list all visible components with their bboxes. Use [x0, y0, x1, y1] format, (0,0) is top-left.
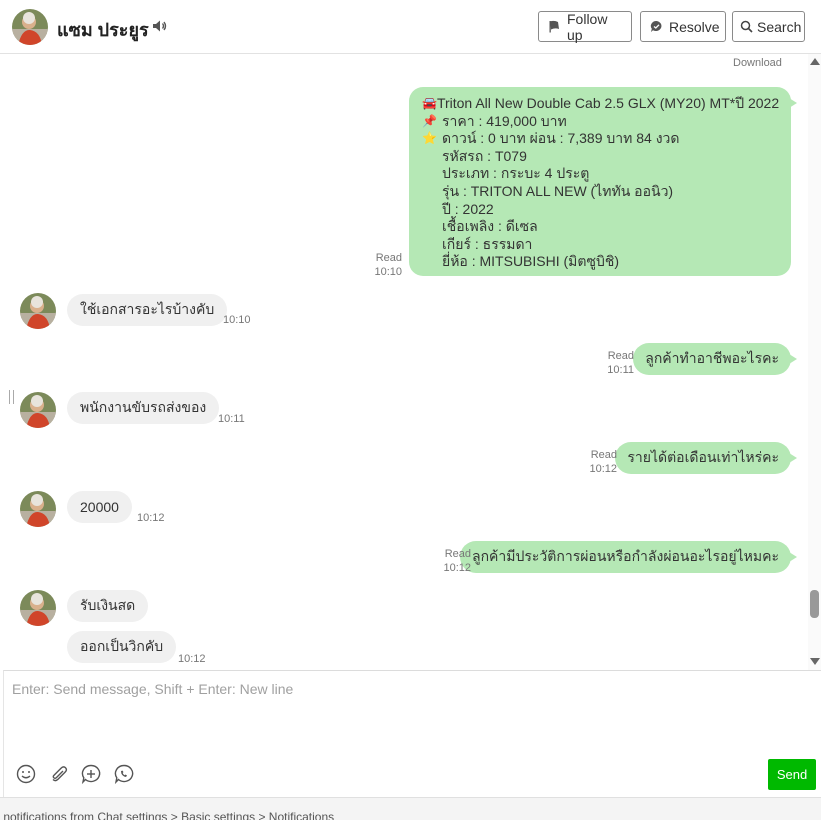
scroll-down-arrow-icon[interactable] — [810, 658, 820, 665]
message-time: 10:12 — [589, 463, 617, 475]
contact-avatar[interactable] — [12, 9, 48, 45]
resolve-button[interactable]: Resolve — [640, 11, 726, 42]
product-line: เกียร์ : ธรรมดา — [442, 235, 533, 252]
outgoing-message: ลูกค้าทำอาชีพอะไรคะ — [633, 343, 797, 375]
follow-up-icon — [549, 20, 559, 33]
resolve-icon — [650, 20, 662, 32]
scroll-up-arrow-icon[interactable] — [810, 58, 820, 65]
scroll-thumb[interactable] — [810, 590, 819, 618]
pin-icon: 📌 — [422, 113, 437, 128]
product-line: ปี : 2022 — [442, 200, 494, 217]
message-time: 10:12 — [178, 653, 206, 665]
contact-avatar[interactable] — [20, 491, 56, 527]
message-input[interactable] — [12, 681, 802, 751]
chat-header: แซม ประยูร Follow up Resolve Search — [0, 0, 821, 54]
message-meta: Read 10:10 — [368, 251, 402, 279]
product-price: ราคา : 419,000 บาท — [442, 112, 567, 129]
message-composer: Send — [3, 670, 821, 797]
product-line: ⭐ ดาวน์ : 0 บาท ผ่อน : 7,389 บาท 84 งวด — [422, 130, 779, 148]
product-line: 🚘 Triton All New Double Cab 2.5 GLX (MY20… — [422, 95, 779, 113]
message-time: 10:11 — [218, 413, 245, 425]
read-status: Read — [375, 252, 402, 264]
message-time: 10:10 — [374, 266, 402, 278]
incoming-message: ออกเป็นวิกคับ — [67, 631, 177, 663]
read-status: Read — [590, 449, 617, 461]
product-message-bubble: 🚘 Triton All New Double Cab 2.5 GLX (MY20… — [409, 87, 797, 276]
follow-up-button[interactable]: Follow up — [538, 10, 632, 43]
product-line: 📌 ราคา : 419,000 บาท — [422, 113, 779, 131]
emoji-icon[interactable] — [15, 763, 37, 785]
search-button[interactable]: Search — [732, 11, 805, 42]
incoming-message: พนักงานขับรถส่งของ — [67, 392, 220, 424]
incoming-message: รับเงินสด — [67, 590, 149, 622]
message-list[interactable]: Download 🚘 Triton All New Double Cab 2.5 … — [0, 54, 808, 670]
outgoing-message: รายได้ต่อเดือนเท่าไหร่คะ — [615, 442, 797, 474]
message-meta: Read 10:11 — [600, 349, 634, 377]
read-status: Read — [444, 548, 471, 560]
send-button[interactable]: Send — [768, 759, 816, 790]
car-icon: 🚘 — [422, 96, 437, 110]
search-label: Search — [757, 18, 802, 35]
chat-bubble-icon[interactable] — [113, 763, 135, 785]
notification-footer: r notifications from Chat settings > Bas… — [0, 797, 821, 820]
contact-avatar[interactable] — [20, 590, 56, 626]
message-time: 10:11 — [607, 364, 634, 376]
read-status: Read — [607, 350, 634, 362]
product-line: รุ่น : TRITON ALL NEW (ไททัน ออนิว) — [442, 182, 674, 199]
contact-avatar[interactable] — [20, 392, 56, 428]
follow-up-label: Follow up — [567, 10, 608, 43]
message-meta: Read 10:12 — [437, 547, 471, 575]
paperclip-icon[interactable] — [48, 763, 70, 785]
product-line: รหัสรถ : T079 — [442, 147, 527, 164]
download-link[interactable]: Download — [733, 57, 782, 69]
contact-avatar[interactable] — [20, 293, 56, 329]
product-line: ประเภท : กระบะ 4 ประตู — [442, 165, 590, 182]
resolve-label: Resolve — [669, 18, 720, 35]
incoming-message: 20000 — [67, 491, 132, 523]
message-time: 10:10 — [223, 314, 251, 326]
message-time: 10:12 — [137, 512, 165, 524]
message-time: 10:12 — [443, 562, 471, 574]
speaker-icon[interactable] — [152, 19, 168, 33]
chat-scrollbar[interactable] — [808, 54, 821, 670]
search-icon — [740, 20, 753, 33]
notification-hint[interactable]: r notifications from Chat settings > Bas… — [0, 810, 334, 820]
add-template-icon[interactable] — [80, 763, 102, 785]
incoming-message: ใช้เอกสารอะไรบ้างคับ — [67, 294, 228, 326]
contact-name: แซม ประยูร — [57, 20, 149, 40]
star-icon: ⭐ — [422, 131, 437, 146]
product-line: ยี่ห้อ : MITSUBISHI (มิตซูบิชิ) — [442, 253, 620, 270]
product-title: Triton All New Double Cab 2.5 GLX (MY20)… — [436, 95, 780, 111]
product-line: เชื้อเพลิง : ดีเซล — [442, 218, 538, 235]
resize-handle[interactable] — [9, 390, 14, 404]
product-down-payment: ดาวน์ : 0 บาท ผ่อน : 7,389 บาท 84 งวด — [442, 130, 680, 147]
outgoing-message: ลูกค้ามีประวัติการผ่อนหรือกำลังผ่อนอะไรอ… — [459, 541, 798, 573]
message-meta: Read 10:12 — [583, 448, 617, 476]
